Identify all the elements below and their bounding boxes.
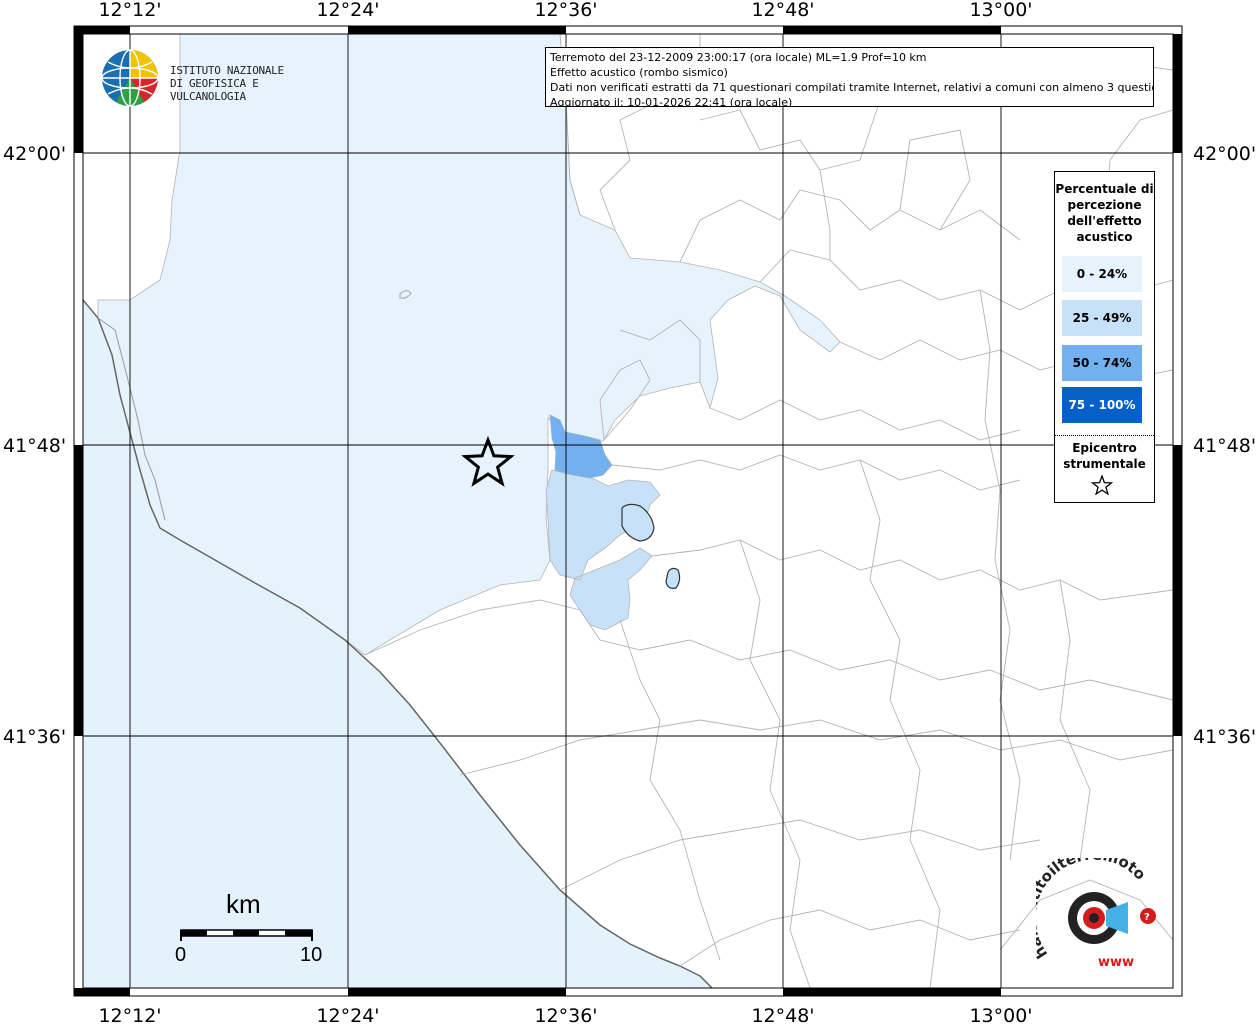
lon-label-top: 13°00' <box>969 0 1032 21</box>
event-info-line: Effetto acustico (rombo sismico) <box>550 66 728 79</box>
scale-start: 0 <box>175 944 187 966</box>
lon-label-bottom: 12°36' <box>534 1005 597 1024</box>
map-area <box>83 34 1173 988</box>
event-info-line: Aggiornato il: 10-01-2026 22:41 (ora loc… <box>550 96 793 107</box>
lon-label-bottom: 12°12' <box>98 1005 161 1024</box>
ingv-name-line2: DI GEOFISICA E VULCANOLOGIA <box>170 77 259 103</box>
legend-star-icon <box>1091 475 1113 495</box>
lake-nemi <box>665 567 681 589</box>
haisentito-logo-icon: ? haisentitoilterremoto.it www <box>1022 844 1156 970</box>
lat-label-right: 41°48' <box>1193 435 1256 457</box>
legend-separator <box>1055 435 1154 436</box>
lat-label-left: 42°00' <box>3 143 66 165</box>
scale-end: 10 <box>300 944 323 966</box>
haisentito-www: www <box>1098 955 1134 970</box>
event-info-line: Terremoto del 23-12-2009 23:00:17 (ora l… <box>550 51 927 64</box>
ingv-logo: ISTITUTO NAZIONALE DI GEOFISICA E VULCAN… <box>100 48 320 110</box>
lat-labels-right: 42°00' 41°48' 41°36' <box>1193 143 1256 748</box>
ingv-name-line1: ISTITUTO NAZIONALE <box>170 64 284 77</box>
lon-label-bottom: 12°48' <box>751 1005 814 1024</box>
legend-title: Percentuale di percezione dell'effetto a… <box>1055 182 1154 244</box>
haisentito-logo: ? haisentitoilterremoto.it www <box>1022 844 1166 978</box>
legend-class-50-74: 50 - 74% <box>1062 345 1142 381</box>
event-info-line: Dati non verificati estratti da 71 quest… <box>550 81 1154 94</box>
lon-label-top: 12°12' <box>98 0 161 21</box>
legend: Percentuale di percezione dell'effetto a… <box>1054 171 1155 503</box>
lon-labels-bottom: 12°12' 12°24' 12°36' 12°48' 13°00' <box>98 1005 1032 1024</box>
lat-label-left: 41°48' <box>3 435 66 457</box>
lon-labels-top: 12°12' 12°24' 12°36' 12°48' 13°00' <box>98 0 1032 21</box>
lon-label-top: 12°24' <box>316 0 379 21</box>
lon-label-bottom: 13°00' <box>969 1005 1032 1024</box>
lat-label-right: 41°36' <box>1193 726 1256 748</box>
lat-labels-left: 42°00' 41°48' 41°36' <box>3 143 66 748</box>
lon-label-bottom: 12°24' <box>316 1005 379 1024</box>
legend-class-0-24: 0 - 24% <box>1062 256 1142 292</box>
lon-label-top: 12°36' <box>534 0 597 21</box>
svg-text:?: ? <box>1144 912 1150 923</box>
legend-class-25-49: 25 - 49% <box>1062 300 1142 336</box>
event-info-box: Terremoto del 23-12-2009 23:00:17 (ora l… <box>545 47 1154 107</box>
lon-label-top: 12°48' <box>751 0 814 21</box>
ingv-globe-icon <box>101 49 159 107</box>
scale-unit: km <box>226 889 261 919</box>
ingv-name: ISTITUTO NAZIONALE DI GEOFISICA E VULCAN… <box>170 64 320 103</box>
lat-label-left: 41°36' <box>3 726 66 748</box>
legend-epicenter-label: Epicentro strumentale <box>1063 441 1146 471</box>
legend-class-75-100: 75 - 100% <box>1062 387 1142 423</box>
lat-label-right: 42°00' <box>1193 143 1256 165</box>
